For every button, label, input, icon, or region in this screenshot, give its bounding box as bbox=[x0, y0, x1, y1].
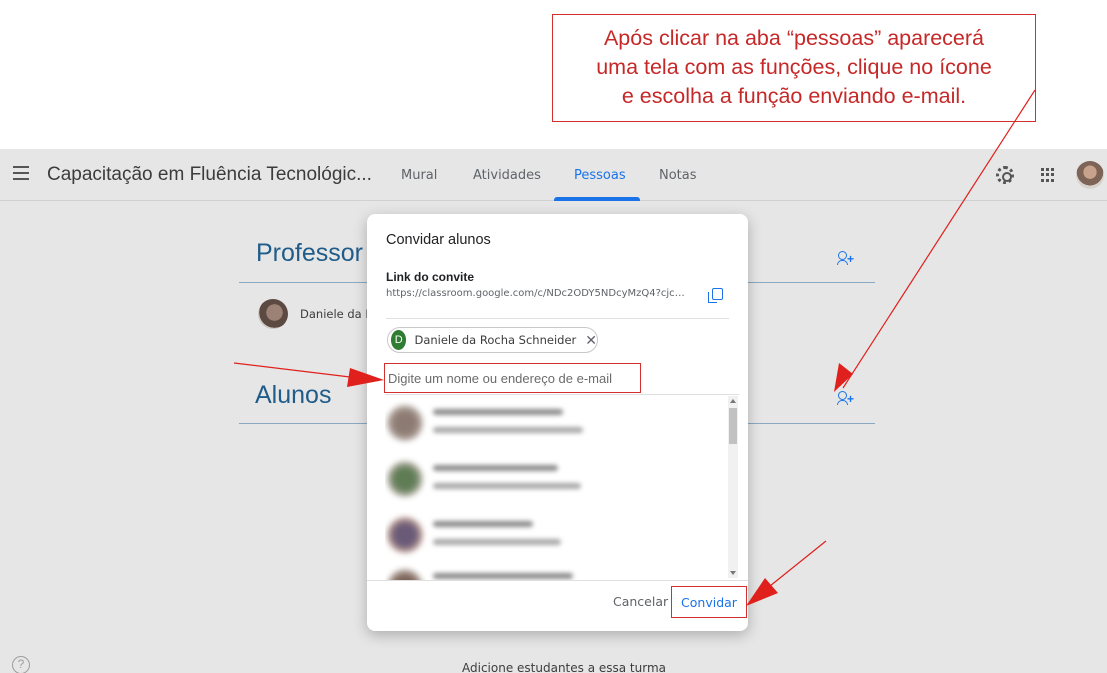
contact-name-blurred bbox=[433, 465, 558, 471]
teacher-avatar bbox=[258, 299, 288, 329]
callout-line: e escolha a função enviando e-mail. bbox=[621, 84, 967, 108]
contact-email-blurred bbox=[433, 483, 581, 489]
dialog-footer-divider bbox=[367, 580, 748, 581]
callout-line: uma tela com as funções, clique no ícone bbox=[596, 55, 992, 79]
dialog-title: Convidar alunos bbox=[386, 232, 491, 248]
selected-recipient-chip: D Daniele da Rocha Schneider ✕ bbox=[387, 327, 598, 353]
chip-name: Daniele da Rocha Schneider bbox=[414, 333, 577, 347]
invite-students-dialog: Convidar alunos Link do convite https://… bbox=[367, 214, 748, 631]
contact-avatar bbox=[387, 405, 423, 441]
teacher-name: Daniele da R bbox=[300, 307, 374, 321]
active-tab-indicator bbox=[554, 197, 640, 201]
students-heading: Alunos bbox=[255, 381, 332, 409]
cancel-button[interactable]: Cancelar bbox=[613, 594, 668, 609]
account-avatar[interactable] bbox=[1076, 161, 1104, 189]
teachers-heading: Professor bbox=[256, 239, 363, 267]
contact-avatar bbox=[387, 569, 423, 580]
recipient-search-input[interactable] bbox=[384, 363, 641, 393]
invite-teachers-icon[interactable] bbox=[837, 250, 855, 266]
tab-pessoas[interactable]: Pessoas bbox=[574, 168, 626, 183]
copy-link-icon[interactable] bbox=[708, 288, 723, 303]
contact-email-blurred bbox=[433, 539, 561, 545]
contact-avatar bbox=[387, 461, 423, 497]
help-icon[interactable]: ? bbox=[12, 656, 30, 673]
suggestion-list bbox=[385, 394, 739, 580]
invite-button[interactable]: Convidar bbox=[671, 586, 747, 618]
list-item[interactable] bbox=[385, 507, 739, 563]
callout-line: Após clicar na aba “pessoas” aparecerá bbox=[603, 26, 985, 50]
list-item[interactable] bbox=[385, 395, 739, 451]
invite-link-label: Link do convite bbox=[386, 270, 475, 284]
contact-name-blurred bbox=[433, 409, 563, 415]
tab-notas[interactable]: Notas bbox=[659, 168, 697, 183]
add-students-hint: Adicione estudantes a essa turma bbox=[462, 661, 666, 673]
scroll-down-icon[interactable] bbox=[730, 571, 736, 575]
top-bar: Capacitação em Fluência Tecnológic... Mu… bbox=[0, 149, 1107, 201]
contact-avatar bbox=[387, 517, 423, 553]
menu-icon[interactable] bbox=[13, 166, 29, 180]
list-item[interactable] bbox=[385, 563, 739, 580]
settings-gear-icon[interactable] bbox=[996, 166, 1014, 184]
dialog-divider bbox=[386, 318, 729, 319]
annotation-callout: Após clicar na aba “pessoas” aparecerá u… bbox=[552, 14, 1036, 122]
invite-students-icon[interactable] bbox=[837, 390, 855, 406]
course-title[interactable]: Capacitação em Fluência Tecnológic... bbox=[47, 164, 372, 186]
invite-link-url: https://classroom.google.com/c/NDc2ODY5N… bbox=[386, 288, 692, 299]
scroll-up-icon[interactable] bbox=[730, 399, 736, 403]
tab-atividades[interactable]: Atividades bbox=[473, 168, 541, 183]
list-scrollbar[interactable] bbox=[728, 396, 738, 578]
screenshot: Após clicar na aba “pessoas” aparecerá u… bbox=[0, 0, 1107, 673]
contact-name-blurred bbox=[433, 573, 573, 579]
contact-name-blurred bbox=[433, 521, 533, 527]
apps-grid-icon[interactable] bbox=[1041, 168, 1055, 182]
chip-avatar: D bbox=[391, 330, 407, 350]
remove-chip-icon[interactable]: ✕ bbox=[585, 333, 597, 347]
tab-mural[interactable]: Mural bbox=[401, 168, 437, 183]
list-item[interactable] bbox=[385, 451, 739, 507]
contact-email-blurred bbox=[433, 427, 583, 433]
scroll-thumb[interactable] bbox=[729, 408, 737, 444]
